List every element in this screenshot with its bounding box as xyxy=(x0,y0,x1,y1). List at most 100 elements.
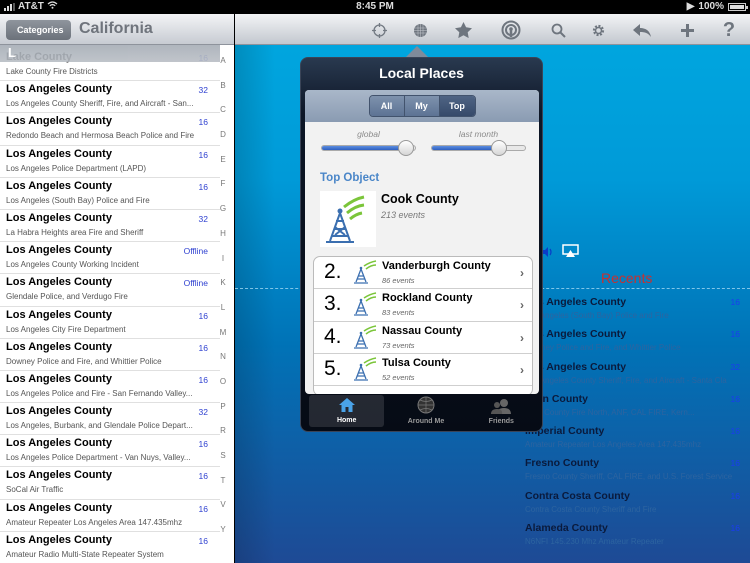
list-item[interactable]: Los Angeles County 16 Downey Police and Fi… xyxy=(0,339,220,371)
slider-fill xyxy=(322,146,406,150)
item-description: La Habra Heights area Fire and Sheriff xyxy=(6,227,144,237)
item-count: 16 xyxy=(198,471,208,482)
volume-icon[interactable] xyxy=(542,244,554,262)
recent-item[interactable]: Los Angeles County 16 Los Angeles (South B… xyxy=(525,294,740,326)
segment-my[interactable]: My xyxy=(404,96,440,116)
top-toolbar: ? xyxy=(235,14,750,45)
recent-item[interactable]: Alameda County 16 N6NFI 145.230 Mhz Amateu… xyxy=(525,520,740,552)
section-index[interactable]: ABCDEFGHIKLMNOPRSTVY xyxy=(218,56,228,550)
rank-number: 2. xyxy=(324,260,342,283)
ranked-item[interactable]: 2. Vanderburgh County 86 events › xyxy=(314,257,532,290)
list-item[interactable]: Los Angeles County 16 Los Angeles Police D… xyxy=(0,435,220,468)
top-object-name[interactable]: Cook County xyxy=(381,192,459,206)
list-item[interactable]: Los Angeles County 16 Amateur Radio Multi-… xyxy=(0,532,220,563)
index-letter[interactable]: N xyxy=(218,352,228,377)
globe-icon[interactable] xyxy=(410,20,430,40)
ranked-events: 52 events xyxy=(382,372,415,382)
list-item[interactable]: Los Angeles County 16 Los Angeles Police a… xyxy=(0,371,220,404)
tab-friends[interactable]: Friends xyxy=(464,394,539,428)
list-item[interactable]: Los Angeles County 16 Los Angeles Police D… xyxy=(0,146,220,178)
recent-item[interactable]: Contra Costa County 16 Contra Costa County… xyxy=(525,488,740,520)
item-count: 32 xyxy=(198,213,208,224)
slider-last-month[interactable]: last month xyxy=(431,129,526,156)
chevron-right-icon: › xyxy=(520,266,524,280)
index-letter[interactable]: K xyxy=(218,278,228,303)
list-item[interactable]: Los Angeles County 32 Los Angeles, Burbank… xyxy=(0,403,220,436)
list-item[interactable]: Los Angeles County 32 La Habra Heights are… xyxy=(0,210,220,243)
index-letter[interactable]: H xyxy=(218,229,228,254)
search-icon[interactable] xyxy=(548,20,568,40)
index-letter[interactable]: Y xyxy=(218,525,228,550)
item-description: Los Angeles County Sheriff, Fire, and Ai… xyxy=(6,99,194,109)
index-letter[interactable]: E xyxy=(218,155,228,180)
index-letter[interactable]: C xyxy=(218,105,228,130)
rank-number: 5. xyxy=(324,356,342,380)
index-letter[interactable]: P xyxy=(218,402,228,427)
gear-icon[interactable] xyxy=(588,20,608,40)
item-count: 16 xyxy=(198,149,208,160)
ranked-item[interactable]: 3. Rockland County 83 events › xyxy=(314,289,532,322)
star-icon[interactable] xyxy=(453,20,473,40)
ranked-events: 83 events xyxy=(382,308,415,318)
index-letter[interactable]: V xyxy=(218,500,228,525)
index-letter[interactable]: B xyxy=(218,81,228,106)
recent-description: Fresno County Sheriff, CAL FIRE, and U.S… xyxy=(525,472,733,482)
recents-list[interactable]: Los Angeles County 16 Los Angeles (South B… xyxy=(525,294,740,552)
channel-list[interactable]: Lake County16Lake County Fire DistrictsL… xyxy=(0,49,220,563)
index-letter[interactable]: M xyxy=(218,328,228,353)
list-item[interactable]: Los Angeles County 32 Los Angeles County S… xyxy=(0,81,220,114)
list-item[interactable]: Los Angeles County Offline Los Angeles Cou… xyxy=(0,242,220,275)
broadcast-icon[interactable] xyxy=(501,20,521,40)
slider-global[interactable]: global xyxy=(321,129,416,156)
help-icon[interactable]: ? xyxy=(719,19,739,41)
recent-item[interactable]: Los Angeles County 32 Los Angeles County S… xyxy=(525,359,740,391)
plus-icon[interactable] xyxy=(677,20,697,40)
recent-item[interactable]: Los Angeles County 16 Downey Police and Fi… xyxy=(525,326,740,358)
chevron-right-icon: › xyxy=(520,298,524,313)
index-letter[interactable]: L xyxy=(218,303,228,328)
airplay-icon[interactable] xyxy=(562,244,579,262)
tab-around-me[interactable]: Around Me xyxy=(388,394,463,428)
list-item[interactable]: Los Angeles County 16 Los Angeles City Fir… xyxy=(0,307,220,339)
chevron-right-icon: › xyxy=(520,330,524,345)
reply-icon[interactable] xyxy=(632,20,652,40)
slider-track[interactable] xyxy=(321,140,416,156)
item-description: Amateur Repeater Los Angeles Area 147.43… xyxy=(6,517,183,527)
list-item[interactable]: Los Angeles County 16 Los Angeles (South B… xyxy=(0,178,220,210)
item-name: Los Angeles County xyxy=(6,437,112,450)
list-item[interactable]: Los Angeles County 16 Redondo Beach and He… xyxy=(0,113,220,146)
recent-item[interactable]: Imperial County 16 Amateur Repeater Los An… xyxy=(525,423,740,455)
index-letter[interactable]: R xyxy=(218,426,228,451)
item-count: 16 xyxy=(198,181,208,192)
locate-icon[interactable] xyxy=(369,20,389,40)
tab-label: Home xyxy=(336,417,357,424)
segment-top[interactable]: Top xyxy=(439,96,475,116)
slider-thumb[interactable] xyxy=(397,140,414,156)
slider-track[interactable] xyxy=(431,140,526,156)
index-letter[interactable]: I xyxy=(218,254,228,279)
index-letter[interactable]: G xyxy=(218,204,228,229)
categories-back-button[interactable]: Categories xyxy=(6,20,71,40)
local-places-popover: Local Places All My Top global last month T… xyxy=(300,57,543,432)
index-letter[interactable]: T xyxy=(218,476,228,501)
slider-thumb[interactable] xyxy=(490,140,507,156)
rank-number: 3. xyxy=(324,292,342,316)
recent-item[interactable]: Fresno County 16 Fresno County Sheriff, CA… xyxy=(525,455,740,487)
index-letter[interactable]: F xyxy=(218,179,228,204)
ranked-item[interactable]: 4. Nassau County 73 events › xyxy=(314,322,532,354)
recent-count: 16 xyxy=(730,523,740,534)
ranked-list[interactable]: 2. Vanderburgh County 86 events › 3. Rockland… xyxy=(313,256,533,394)
list-item[interactable]: Los Angeles County 16 Amateur Repeater Los… xyxy=(0,500,220,532)
tab-home[interactable]: Home xyxy=(309,395,385,427)
list-item[interactable]: Los Angeles County 16 SoCal Air Traffic xyxy=(0,467,220,500)
recent-item[interactable]: Kern County 16 Kern County Fire North, ANF… xyxy=(525,391,740,423)
index-letter[interactable]: O xyxy=(218,377,228,402)
ranked-item[interactable]: 5. Tulsa County 52 events › xyxy=(314,354,532,387)
radar-globe-icon xyxy=(417,396,435,418)
list-item[interactable]: Los Angeles County Offline Glendale Police… xyxy=(0,274,220,307)
index-letter[interactable]: D xyxy=(218,130,228,155)
ranked-events: 73 events xyxy=(382,340,415,350)
index-letter[interactable]: S xyxy=(218,451,228,476)
categories-pane: Lake County16Lake County Fire DistrictsL… xyxy=(0,14,234,563)
segment-all[interactable]: All xyxy=(369,96,405,116)
